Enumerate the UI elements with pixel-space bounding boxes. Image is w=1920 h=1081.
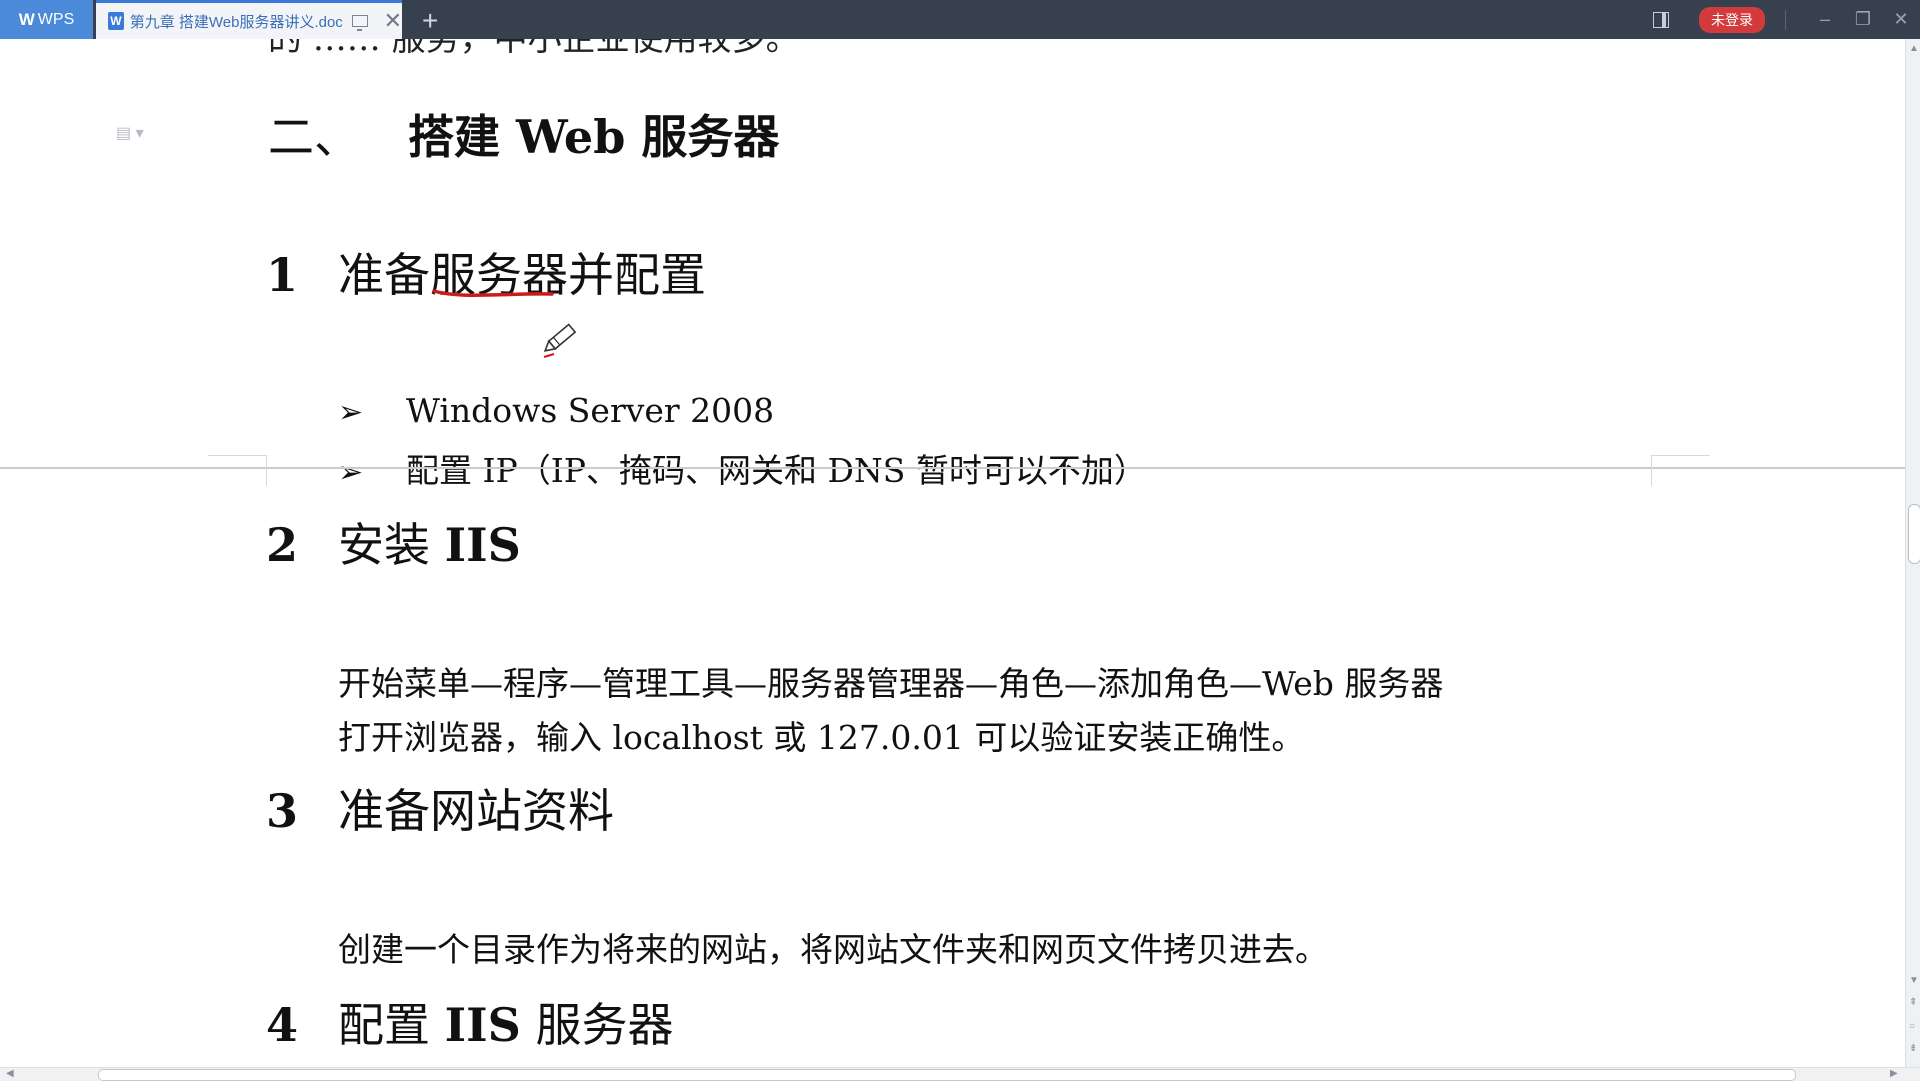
scroll-left-icon[interactable]: ◀ [6,1068,14,1079]
horizontal-scrollbar[interactable]: ◀ ▶ [0,1067,1920,1081]
document-tab[interactable]: W 第九章 搭建Web服务器讲义.doc ✕ [96,0,402,39]
paragraph-line: 创建一个目录作为将来的网站，将网站文件夹和网页文件拷贝进去。 [338,930,1328,969]
wps-label: WPS [37,10,75,28]
scroll-down-icon[interactable]: ▼ [1909,975,1919,986]
step-number: 1 [266,248,299,302]
step-title: 配置 IIS 服务器 [338,998,674,1052]
step-number: 2 [266,518,299,572]
select-browse-icon[interactable]: ○ [1909,1021,1915,1032]
minimize-button[interactable]: – [1806,9,1844,30]
monitor-icon[interactable] [351,15,368,31]
previous-paragraph-tail: 的 …… 服务，中小企业使用较多。 [268,39,800,59]
bullet-text: 配置 IP（IP、掩码、网关和 DNS 暂时可以不加） [406,451,1147,490]
vertical-scroll-thumb[interactable] [1908,504,1920,564]
document-page[interactable]: 的 …… 服务，中小企业使用较多。 ▤ ▾ 二、 搭建 Web 服务器 1 准备服务… [0,39,1905,1067]
new-tab-button[interactable]: + [422,5,438,37]
section-title: 搭建 Web 服务器 [408,110,780,164]
scroll-up-icon[interactable]: ▲ [1909,43,1919,54]
step-title: 准备网站资料 [338,784,614,838]
step-number: 3 [266,784,299,838]
login-button[interactable]: 未登录 [1699,6,1765,33]
word-document-icon: W [108,12,124,30]
arrow-bullet-icon: ➢ [338,395,364,430]
scroll-right-icon[interactable]: ▶ [1890,1068,1898,1079]
layout-toggle-icon[interactable] [1653,11,1669,28]
page-corner-mark [1651,455,1710,486]
step-number: 4 [266,998,299,1052]
horizontal-scroll-thumb[interactable] [98,1069,1796,1081]
paragraph-line: 开始菜单—程序—管理工具—服务器管理器—角色—添加角色—Web 服务器 [338,664,1444,703]
wps-home-tab[interactable]: W WPS [0,0,93,39]
page-corner-mark [208,455,267,486]
paragraph-line: 打开浏览器，输入 localhost 或 127.0.01 可以验证安装正确性。 [338,718,1305,757]
section-heading: 二、 搭建 Web 服务器 [268,101,779,167]
titlebar-separator [1785,9,1786,30]
step-2-heading: 2 安装 IIS [266,509,521,575]
paragraph-layout-icon[interactable]: ▤ ▾ [116,123,144,143]
wps-logo-icon: W [18,9,35,29]
page-break-line [0,467,1905,469]
document-tab-title: 第九章 搭建Web服务器讲义.doc [129,13,343,31]
close-window-button[interactable]: ✕ [1882,9,1920,30]
title-bar: W WPS W 第九章 搭建Web服务器讲义.doc ✕ + 未登录 – ❐ ✕ [0,0,1920,39]
arrow-bullet-icon: ➢ [338,455,364,490]
step-title: 安装 IIS [338,518,521,572]
bullet-item: ➢ Windows Server 2008 [338,391,774,430]
restore-button[interactable]: ❐ [1844,9,1882,30]
next-page-icon[interactable]: ⇟ [1909,1043,1917,1054]
section-number: 二、 [268,110,360,164]
vertical-scrollbar[interactable]: ▲ ▼ ⇞ ○ ⇟ [1905,39,1920,1067]
bullet-text: Windows Server 2008 [406,391,775,430]
step-4-heading: 4 配置 IIS 服务器 [266,989,674,1055]
pen-annotation-icon [432,289,577,358]
step-3-heading: 3 准备网站资料 [266,775,614,841]
previous-page-icon[interactable]: ⇞ [1909,997,1917,1008]
close-tab-button[interactable]: ✕ [384,10,402,32]
